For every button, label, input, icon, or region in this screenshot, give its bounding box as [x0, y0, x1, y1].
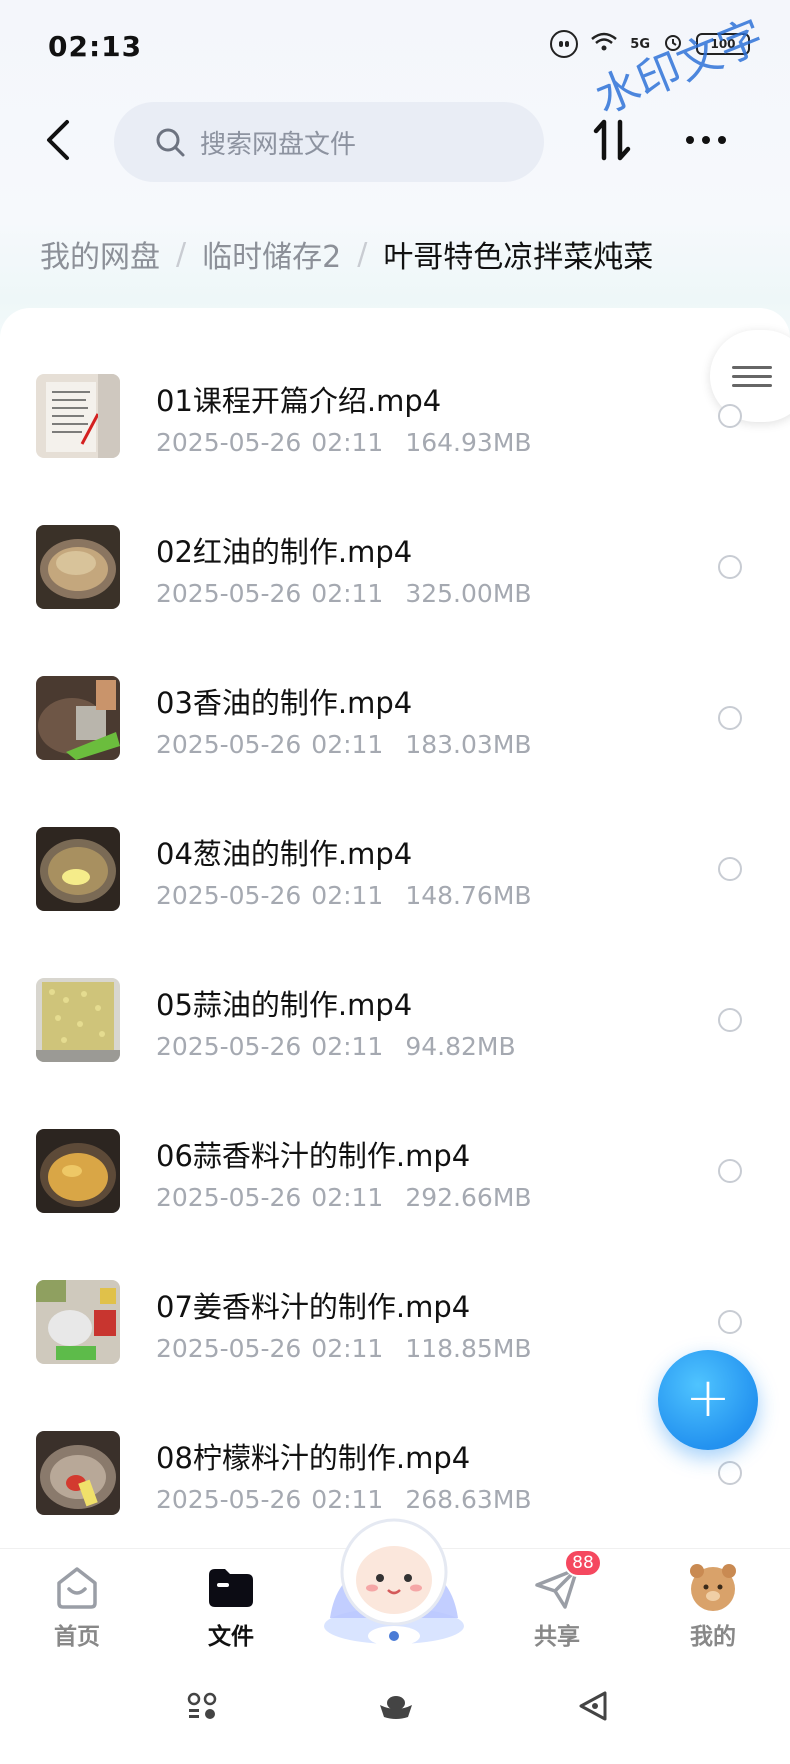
breadcrumb-item-root[interactable]: 我的网盘 [40, 232, 160, 276]
plus-icon: + [685, 1366, 731, 1429]
ingot-home-icon [380, 1696, 412, 1719]
breadcrumb-separator: / [176, 236, 187, 272]
file-meta: 2025-05-26 02:11 292.66MB [156, 1183, 532, 1212]
sort-icon [593, 119, 631, 161]
nav-item-files[interactable]: 文件 [176, 1549, 286, 1651]
back-arrow-icon [47, 120, 69, 160]
file-name: 08柠檬料汁的制作.mp4 [156, 1441, 471, 1475]
file-name: 01课程开篇介绍.mp4 [156, 384, 442, 418]
video-thumbnail [36, 1280, 120, 1364]
breadcrumb: 我的网盘 / 临时储存2 / 叶哥特色凉拌菜炖菜 [40, 232, 653, 276]
file-row[interactable]: 02红油的制作.mp4 2025-05-26 02:11 325.00MB [0, 523, 790, 674]
nav-item-me[interactable]: 我的 [658, 1549, 768, 1651]
file-name: 06蒜香料汁的制作.mp4 [156, 1139, 471, 1173]
file-row[interactable]: 05蒜油的制作.mp4 2025-05-26 02:11 94.82MB [0, 976, 790, 1127]
file-name: 02红油的制作.mp4 [156, 535, 413, 569]
status-bar: 02:13 5G 100 水印文字 [0, 0, 790, 124]
back-system-button[interactable] [572, 1686, 612, 1726]
select-checkbox[interactable] [718, 1310, 742, 1334]
file-row[interactable]: 01课程开篇介绍.mp4 2025-05-26 02:11 164.93MB [0, 372, 790, 523]
select-checkbox[interactable] [718, 857, 742, 881]
nav-item-home[interactable]: 首页 [22, 1549, 132, 1651]
more-dots-icon [686, 136, 694, 144]
select-checkbox[interactable] [718, 404, 742, 428]
file-row[interactable]: 04葱油的制作.mp4 2025-05-26 02:11 148.76MB [0, 825, 790, 976]
file-row[interactable]: 06蒜香料汁的制作.mp4 2025-05-26 02:11 292.66MB [0, 1127, 790, 1278]
breadcrumb-item-parent[interactable]: 临时储存2 [202, 232, 341, 276]
system-nav-bar [0, 1650, 790, 1764]
wifi-icon [590, 31, 618, 58]
alarm-icon [662, 31, 684, 58]
select-checkbox[interactable] [718, 1008, 742, 1032]
nav-item-share[interactable]: 88 共享 [502, 1549, 612, 1651]
recent-apps-icon [187, 1692, 217, 1719]
file-meta: 2025-05-26 02:11 164.93MB [156, 428, 532, 457]
video-thumbnail [36, 978, 120, 1062]
video-thumbnail [36, 1431, 120, 1515]
sort-button[interactable] [584, 112, 640, 168]
status-time: 02:13 [48, 30, 143, 63]
nav-label: 首页 [54, 1624, 100, 1650]
share-badge: 88 [564, 1549, 602, 1577]
add-button[interactable]: + [658, 1350, 758, 1450]
mascot-center-button[interactable] [316, 1508, 472, 1648]
nav-label: 文件 [208, 1624, 254, 1650]
breadcrumb-current: 叶哥特色凉拌菜炖菜 [383, 240, 654, 275]
video-thumbnail [36, 374, 120, 458]
more-button[interactable] [676, 112, 736, 168]
search-icon [156, 128, 185, 157]
select-checkbox[interactable] [718, 555, 742, 579]
nav-label: 我的 [690, 1624, 736, 1650]
file-name: 04葱油的制作.mp4 [156, 837, 413, 871]
network-type: 5G [630, 36, 650, 52]
file-meta: 2025-05-26 02:11 183.03MB [156, 730, 532, 759]
video-thumbnail [36, 525, 120, 609]
select-checkbox[interactable] [718, 706, 742, 730]
file-meta: 2025-05-26 02:11 325.00MB [156, 579, 532, 608]
file-name: 03香油的制作.mp4 [156, 686, 413, 720]
home-system-button[interactable] [376, 1686, 416, 1726]
file-meta: 2025-05-26 02:11 94.82MB [156, 1032, 516, 1061]
file-meta: 2025-05-26 02:11 148.76MB [156, 881, 532, 910]
screen: 02:13 5G 100 水印文字 搜索网盘文件 我的网盘 / 临时储存2 / … [0, 0, 790, 1764]
recent-apps-button[interactable] [182, 1686, 222, 1726]
video-thumbnail [36, 1129, 120, 1213]
search-placeholder: 搜索网盘文件 [200, 129, 357, 160]
search-input[interactable]: 搜索网盘文件 [114, 102, 544, 182]
file-meta: 2025-05-26 02:11 118.85MB [156, 1334, 532, 1363]
video-thumbnail [36, 827, 120, 911]
file-row[interactable]: 03香油的制作.mp4 2025-05-26 02:11 183.03MB [0, 674, 790, 825]
select-checkbox[interactable] [718, 1461, 742, 1485]
home-icon [57, 1567, 97, 1609]
file-name: 05蒜油的制作.mp4 [156, 988, 413, 1022]
battery-icon: 100 [696, 33, 750, 55]
battery-level: 100 [710, 37, 736, 51]
video-thumbnail [36, 676, 120, 760]
back-button[interactable] [30, 112, 86, 168]
back-triangle-icon [579, 1691, 607, 1721]
avatar-icon [690, 1564, 736, 1611]
file-name: 07姜香料汁的制作.mp4 [156, 1290, 471, 1324]
select-checkbox[interactable] [718, 1159, 742, 1183]
breadcrumb-separator: / [357, 236, 368, 272]
top-toolbar: 搜索网盘文件 [0, 96, 790, 188]
folder-icon [209, 1569, 253, 1607]
app-notification-icon [550, 30, 579, 58]
status-icons: 5G 100 [550, 30, 750, 58]
nav-label: 共享 [534, 1624, 580, 1650]
